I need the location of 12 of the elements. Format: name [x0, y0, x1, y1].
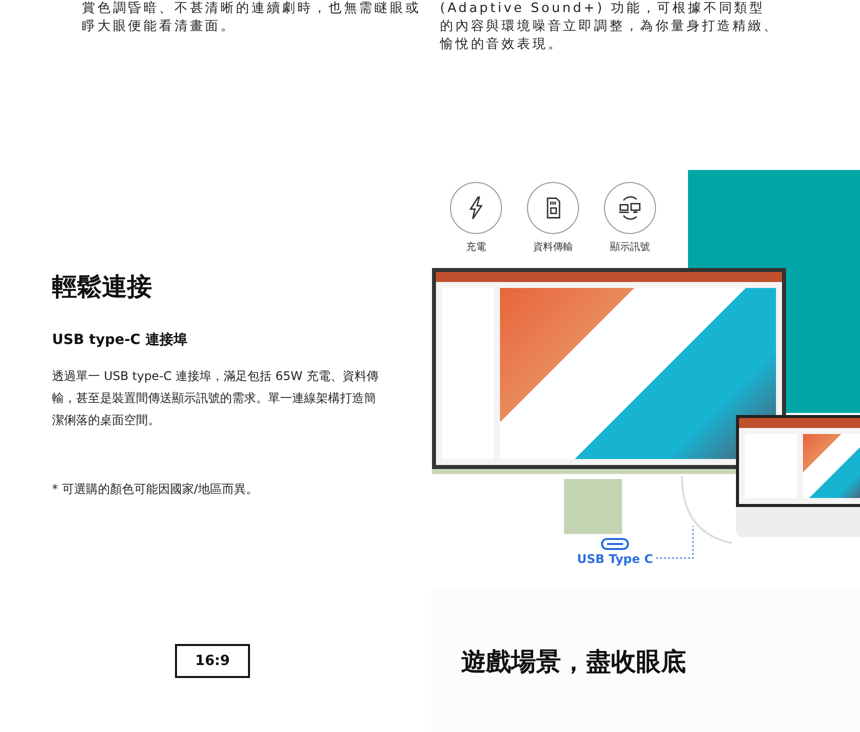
footnote: * 可選購的顏色可能因國家/地區而異。 [52, 481, 259, 498]
feature-label: 顯示訊號 [610, 240, 650, 254]
feature-label: 資料傳輸 [533, 240, 573, 254]
section-title: 輕鬆連接 [52, 271, 153, 303]
section-title: 遊戲場景，盡收眼底 [461, 646, 686, 678]
paragraph: 賞色調昏暗、不甚清晰的連續劇時，也無需瞇眼或睜大眼便能看清畫面。 [82, 0, 422, 36]
paragraph: (Adaptive Sound+) 功能，可根據不同類型的內容與環境噪音立即調整，為你量身打造精緻、愉悅的音效表現。 [440, 0, 780, 54]
port-label: USB Type C [577, 552, 654, 566]
section-subtitle: USB type-C 連接埠 [52, 331, 188, 349]
aspect-ratio-badge: 16:9 [175, 644, 250, 678]
feature-label: 充電 [466, 240, 486, 254]
paragraph: 透過單一 USB type-C 連接埠，滿足包括 65W 充電、資料傳輸，甚至是裝置間傳送顯示訊號的需求。單一連線架構打造簡潔俐落的桌面空間。 [52, 368, 380, 429]
